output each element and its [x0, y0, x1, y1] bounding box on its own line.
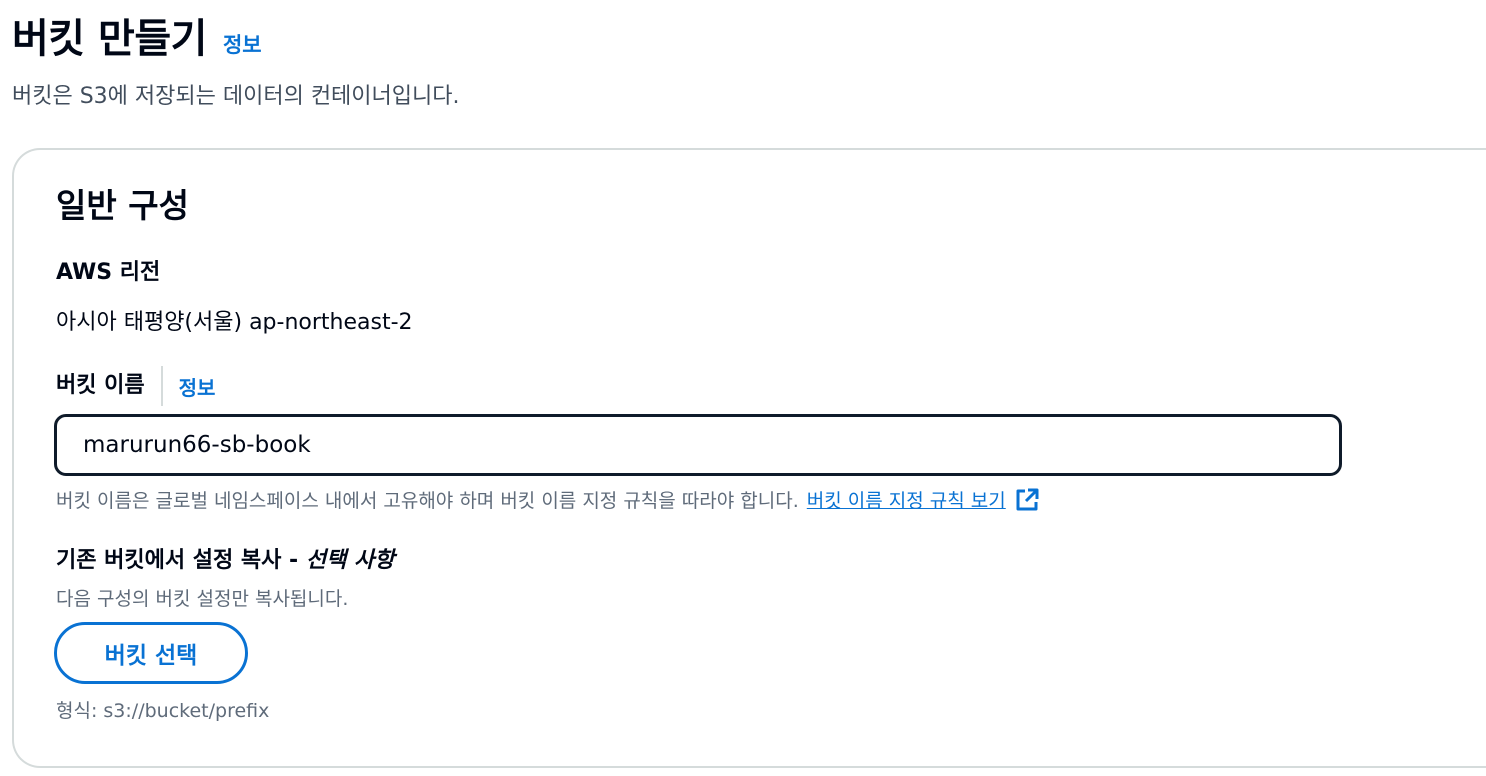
region-value: 아시아 태평양(서울) ap-northeast-2 — [56, 310, 413, 335]
copy-settings-label-text: 기존 버킷에서 설정 복사 - — [56, 548, 306, 573]
naming-rules-link-label: 버킷 이름 지정 규칙 보기 — [806, 490, 1006, 512]
create-bucket-page: 버킷 만들기 정보 버킷은 S3에 저장되는 데이터의 컨테이너입니다. 일반 … — [0, 0, 1486, 776]
label-divider — [160, 366, 163, 406]
optional-tag: 선택 사항 — [305, 548, 395, 573]
section-title: 일반 구성 — [56, 186, 189, 225]
format-hint: 형식: s3://bucket/prefix — [56, 700, 270, 722]
header-info-link[interactable]: 정보 — [223, 29, 262, 59]
naming-rules-link[interactable]: 버킷 이름 지정 규칙 보기 — [807, 486, 1040, 513]
bucket-name-label: 버킷 이름 — [56, 373, 145, 398]
choose-bucket-button[interactable]: 버킷 선택 — [54, 622, 248, 684]
title-row: 버킷 만들기 정보 — [12, 10, 460, 68]
page-title: 버킷 만들기 — [12, 16, 207, 62]
copy-settings-label: 기존 버킷에서 설정 복사 - 선택 사항 — [56, 546, 394, 576]
general-config-container: 일반 구성 AWS 리전 아시아 태평양(서울) ap-northeast-2 … — [12, 148, 1486, 768]
bucket-name-input[interactable] — [54, 414, 1342, 476]
bucket-name-label-row: 버킷 이름 정보 — [56, 366, 215, 406]
external-link-icon — [1014, 487, 1040, 513]
region-label: AWS 리전 — [56, 260, 161, 285]
bucket-name-info-link[interactable]: 정보 — [179, 372, 216, 401]
copy-settings-description: 다음 구성의 버킷 설정만 복사됩니다. — [56, 588, 349, 610]
page-header: 버킷 만들기 정보 버킷은 S3에 저장되는 데이터의 컨테이너입니다. — [12, 10, 460, 112]
bucket-name-constraint: 버킷 이름은 글로벌 네임스페이스 내에서 고유해야 하며 버킷 이름 지정 규… — [56, 486, 1040, 513]
constraint-text: 버킷 이름은 글로벌 네임스페이스 내에서 고유해야 하며 버킷 이름 지정 규… — [56, 490, 799, 512]
page-description: 버킷은 S3에 저장되는 데이터의 컨테이너입니다. — [12, 84, 460, 109]
